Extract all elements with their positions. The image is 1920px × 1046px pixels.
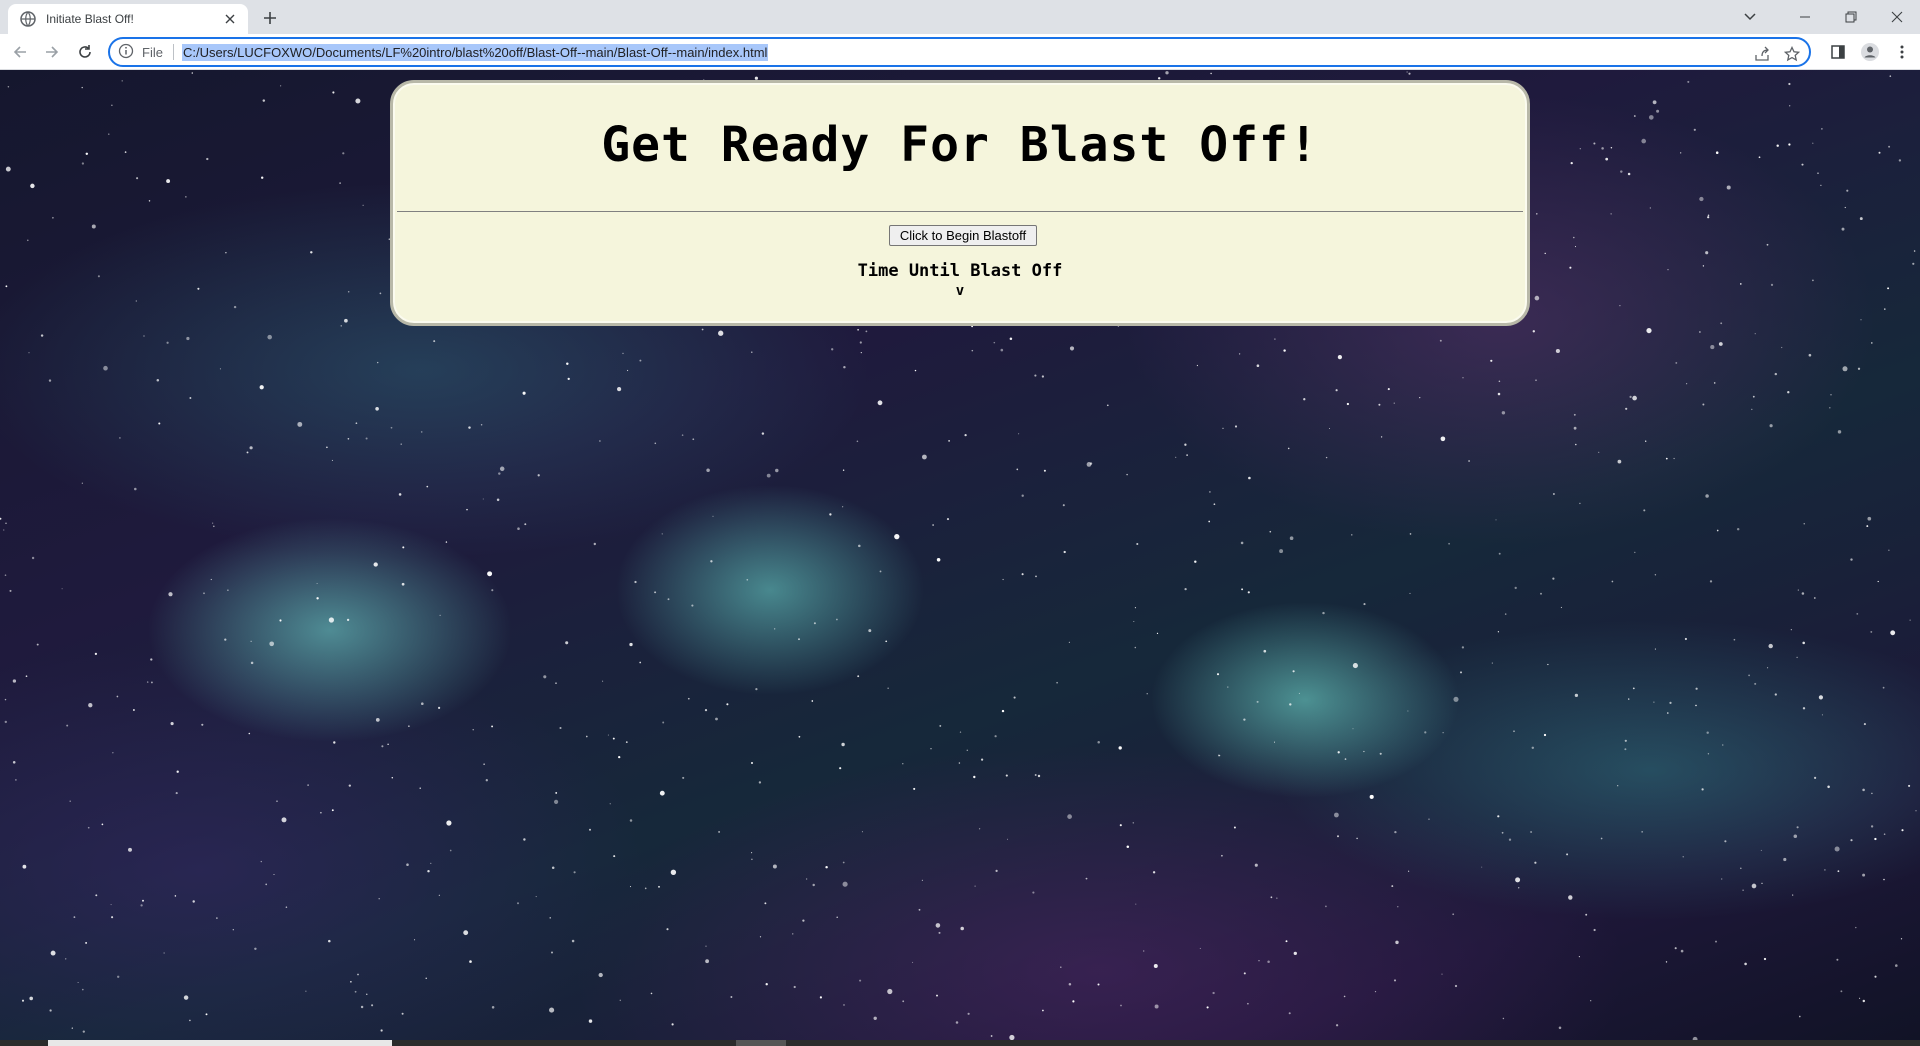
minimize-icon[interactable] [1782,0,1828,34]
toolbar-actions [1826,40,1914,64]
arrow-right-icon[interactable] [40,40,64,64]
kebab-menu-icon[interactable] [1890,40,1914,64]
url-text[interactable]: C:/Users/LUCFOXWO/Documents/LF%20intro/b… [181,43,769,61]
countdown-label: Time Until Blast Off [857,261,1063,281]
countdown-value: v [955,283,965,299]
scheme-label: File [142,44,163,60]
close-icon[interactable] [222,11,238,27]
taskbar-segment [48,1040,392,1046]
blastoff-panel: Get Ready For Blast Off! Click to Begin … [390,80,1530,326]
share-icon[interactable] [1751,43,1773,65]
tab-strip: Initiate Blast Off! [0,0,1920,34]
profile-icon[interactable] [1858,40,1882,64]
omnibox-separator [172,44,174,60]
page-viewport: Get Ready For Blast Off! Click to Begin … [0,70,1920,1040]
plus-icon[interactable] [260,8,280,28]
globe-icon [20,11,36,27]
restore-icon[interactable] [1828,0,1874,34]
page-title: Get Ready For Blast Off! [601,117,1319,173]
info-icon[interactable] [118,43,136,61]
divider [397,211,1523,212]
browser-tab[interactable]: Initiate Blast Off! [8,4,248,34]
omnibox-actions [1751,43,1803,65]
arrow-left-icon[interactable] [8,40,32,64]
star-icon[interactable] [1781,43,1803,65]
side-panel-icon[interactable] [1826,40,1850,64]
window-controls [1782,0,1920,34]
reload-icon[interactable] [73,40,97,64]
address-bar[interactable]: File C:/Users/LUCFOXWO/Documents/LF%20in… [108,37,1811,67]
tab-title: Initiate Blast Off! [46,12,134,26]
chevron-down-icon[interactable] [1730,0,1770,34]
taskbar-segment [736,1040,786,1046]
window-close-icon[interactable] [1874,0,1920,34]
begin-blastoff-button[interactable]: Click to Begin Blastoff [889,225,1037,246]
browser-toolbar: File C:/Users/LUCFOXWO/Documents/LF%20in… [0,34,1920,70]
